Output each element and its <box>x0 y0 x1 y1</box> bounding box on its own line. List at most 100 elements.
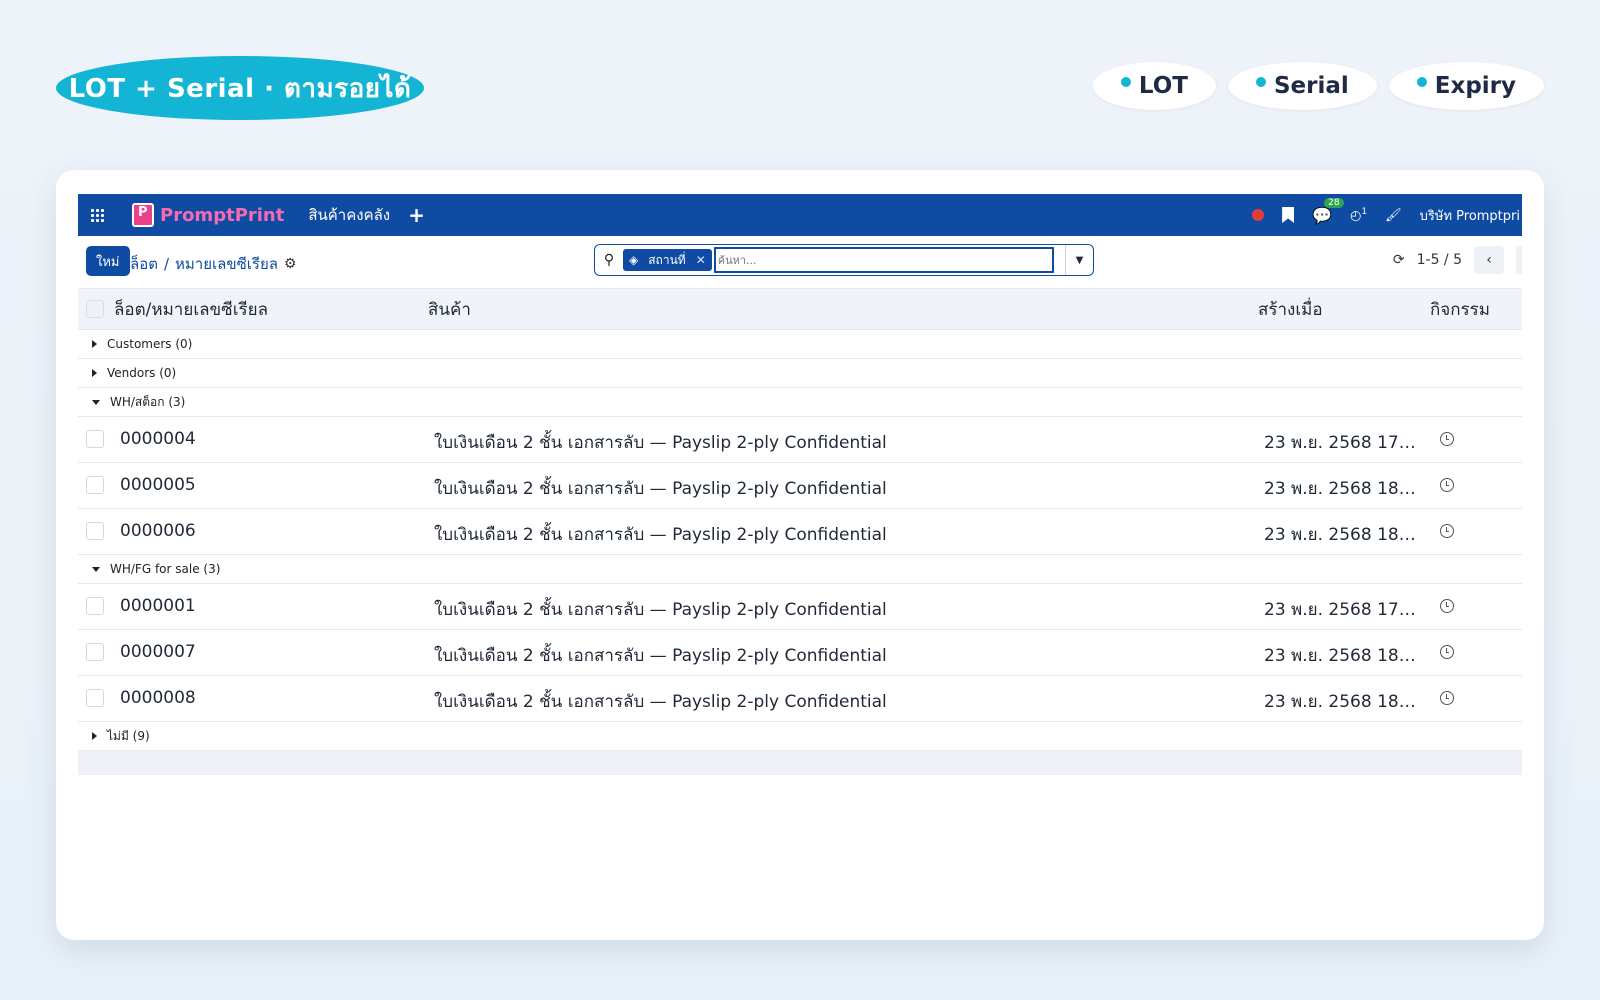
table-header: ล็อต/หมายเลขซีเรียล สินค้า สร้างเมื่อ กิ… <box>78 288 1522 330</box>
top-navbar: PromptPrint สินค้าคงคลัง + 💬 28 ◴1 🖌 บริ… <box>78 194 1522 236</box>
row-checkbox[interactable] <box>86 476 104 494</box>
group-row-wh-stock[interactable]: WH/สต็อก (3) <box>78 388 1522 417</box>
gear-icon[interactable]: ⚙ <box>284 256 297 272</box>
feature-chips: LOT Serial Expiry <box>1092 62 1544 110</box>
caret-down-icon <box>92 399 100 405</box>
cell-lot: 0000007 <box>120 642 196 662</box>
activity-clock-icon[interactable] <box>1440 599 1454 613</box>
close-icon[interactable]: ✕ <box>696 253 706 267</box>
cell-created: 23 พ.ย. 2568 17:14 <box>1264 600 1416 620</box>
table-row[interactable]: 0000007 ใบเงินเดือน 2 ชั้น เอกสารลับ — P… <box>78 630 1522 676</box>
cell-product: ใบเงินเดือน 2 ชั้น เอกสารลับ — Payslip 2… <box>434 600 887 620</box>
chip-label: Serial <box>1273 73 1349 99</box>
table-row[interactable]: 0000008 ใบเงินเดือน 2 ชั้น เอกสารลับ — P… <box>78 676 1522 722</box>
bookmark-icon[interactable] <box>1282 207 1295 223</box>
chip-serial: Serial <box>1227 62 1377 110</box>
activities-button[interactable]: ◴1 <box>1350 207 1367 223</box>
messages-count-badge: 28 <box>1324 197 1344 208</box>
pager-previous-button[interactable]: ‹ <box>1474 246 1504 274</box>
table-footer <box>78 751 1522 775</box>
row-checkbox[interactable] <box>86 643 104 661</box>
refresh-icon[interactable]: ⟳ <box>1393 252 1405 268</box>
row-checkbox[interactable] <box>86 522 104 540</box>
messages-button[interactable]: 💬 28 <box>1312 197 1344 225</box>
search-input[interactable] <box>713 247 1054 273</box>
cell-created: 23 พ.ย. 2568 17:57 <box>1264 433 1416 453</box>
brand-name-part2: Print <box>234 204 285 226</box>
column-header-product[interactable]: สินค้า <box>428 296 471 323</box>
chevron-left-icon: ‹ <box>1486 252 1492 268</box>
search-facet-location[interactable]: ◈ สถานที่ ✕ <box>623 249 712 271</box>
nav-menu-inventory[interactable]: สินค้าคงคลัง <box>308 203 390 227</box>
breadcrumb-parent[interactable]: ล็อต <box>130 252 158 276</box>
breadcrumb-current: หมายเลขซีเรียล <box>175 255 278 273</box>
row-checkbox[interactable] <box>86 597 104 615</box>
cell-lot: 0000001 <box>120 596 196 616</box>
new-button[interactable]: ใหม่ <box>86 246 130 276</box>
breadcrumb-separator: / <box>163 255 170 273</box>
cell-lot: 0000005 <box>120 475 196 495</box>
company-switcher[interactable]: บริษัท Promptpri <box>1420 205 1520 226</box>
table-row[interactable]: 0000006 ใบเงินเดือน 2 ชั้น เอกสารลับ — P… <box>78 509 1522 555</box>
brand-logo[interactable]: PromptPrint <box>132 203 284 227</box>
group-label: WH/สต็อก (3) <box>110 394 186 409</box>
column-header-created[interactable]: สร้างเมื่อ <box>1258 296 1323 323</box>
activities-count: 1 <box>1361 206 1368 217</box>
table-row[interactable]: 0000004 ใบเงินเดือน 2 ชั้น เอกสารลับ — P… <box>78 417 1522 463</box>
pager-value[interactable]: 1-5 / 5 <box>1417 252 1462 268</box>
chip-label: Expiry <box>1434 73 1516 99</box>
caret-down-icon: ▼ <box>1075 254 1084 266</box>
hero-title: LOT + Serial · ตามรอยได้ <box>56 56 424 120</box>
caret-right-icon <box>92 340 97 348</box>
layers-icon: ◈ <box>629 253 639 267</box>
group-row-customers[interactable]: Customers (0) <box>78 330 1522 359</box>
activity-clock-icon[interactable] <box>1440 432 1454 446</box>
app-window: PromptPrint สินค้าคงคลัง + 💬 28 ◴1 🖌 บริ… <box>56 170 1544 940</box>
cell-lot: 0000006 <box>120 521 196 541</box>
cell-product: ใบเงินเดือน 2 ชั้น เอกสารลับ — Payslip 2… <box>434 646 887 666</box>
group-label: Customers (0) <box>107 337 193 351</box>
promptprint-logo-icon <box>132 203 154 227</box>
facet-label: สถานที่ <box>648 252 686 267</box>
group-row-vendors[interactable]: Vendors (0) <box>78 359 1522 388</box>
breadcrumb: ล็อต / หมายเลขซีเรียล ⚙ <box>130 252 296 276</box>
search-icon[interactable]: ⚲ <box>595 252 623 268</box>
table-row[interactable]: 0000005 ใบเงินเดือน 2 ชั้น เอกสารลับ — P… <box>78 463 1522 509</box>
activity-clock-icon[interactable] <box>1440 478 1454 492</box>
row-checkbox[interactable] <box>86 430 104 448</box>
caret-right-icon <box>92 732 97 740</box>
activity-clock-icon[interactable] <box>1440 645 1454 659</box>
cell-lot: 0000008 <box>120 688 196 708</box>
table-row[interactable]: 0000001 ใบเงินเดือน 2 ชั้น เอกสารลับ — P… <box>78 584 1522 630</box>
group-label: ไม่มี (9) <box>107 728 150 743</box>
cell-product: ใบเงินเดือน 2 ชั้น เอกสารลับ — Payslip 2… <box>434 479 887 499</box>
caret-right-icon <box>92 369 97 377</box>
row-checkbox[interactable] <box>86 689 104 707</box>
group-label: Vendors (0) <box>107 366 177 380</box>
control-panel: ใหม่ ล็อต / หมายเลขซีเรียล ⚙ ⚲ ◈ สถานที่… <box>78 236 1522 288</box>
app-menu-button[interactable] <box>78 194 116 236</box>
bullet-dot-icon <box>1120 77 1131 87</box>
navbar-right: 💬 28 ◴1 🖌 บริษัท Promptpri <box>1252 194 1522 236</box>
group-row-none[interactable]: ไม่มี (9) <box>78 722 1522 751</box>
column-header-lot[interactable]: ล็อต/หมายเลขซีเรียล <box>114 296 268 323</box>
select-all-checkbox[interactable] <box>86 300 104 318</box>
cell-lot: 0000004 <box>120 429 196 449</box>
bullet-dot-icon <box>1255 77 1266 87</box>
chat-bubbles-icon: 💬 <box>1312 205 1333 225</box>
chip-expiry: Expiry <box>1388 62 1544 110</box>
brush-icon[interactable]: 🖌 <box>1385 208 1402 223</box>
pager-next-button[interactable] <box>1516 246 1522 274</box>
search-options-toggle[interactable]: ▼ <box>1065 245 1093 275</box>
column-header-activity[interactable]: กิจกรรม <box>1430 296 1490 323</box>
nav-add-button[interactable]: + <box>408 203 425 227</box>
activity-clock-icon[interactable] <box>1440 524 1454 538</box>
caret-down-icon <box>92 566 100 572</box>
bullet-dot-icon <box>1416 77 1427 87</box>
activity-clock-icon[interactable] <box>1440 691 1454 705</box>
group-row-wh-fg-for-sale[interactable]: WH/FG for sale (3) <box>78 555 1522 584</box>
record-dot-icon[interactable] <box>1252 209 1265 221</box>
cell-product: ใบเงินเดือน 2 ชั้น เอกสารลับ — Payslip 2… <box>434 525 887 545</box>
group-label: WH/FG for sale (3) <box>110 562 221 576</box>
cell-created: 23 พ.ย. 2568 18:19 <box>1264 692 1416 712</box>
